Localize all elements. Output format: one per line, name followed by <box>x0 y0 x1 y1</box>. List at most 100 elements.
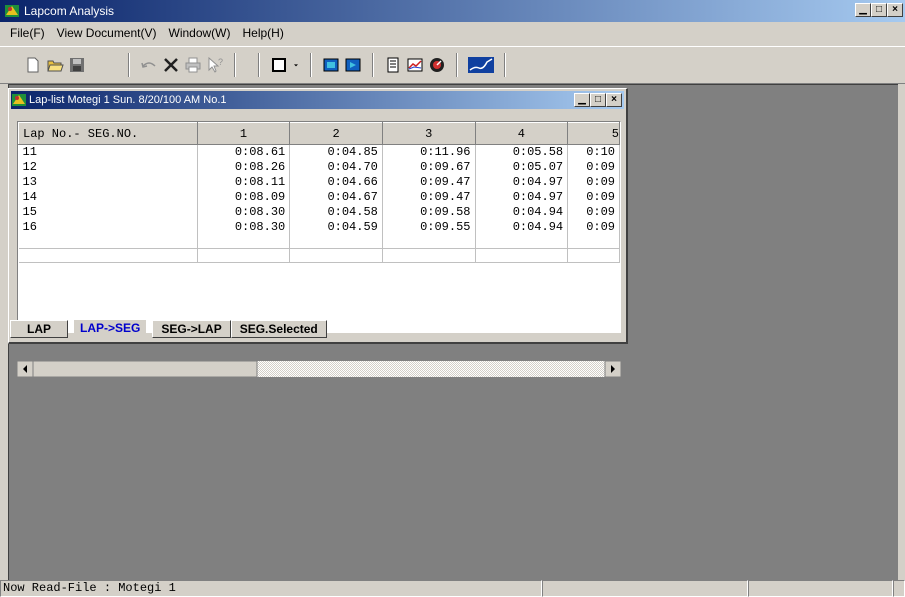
new-document-icon <box>27 57 39 73</box>
open-button[interactable] <box>44 54 66 76</box>
seg-time-cell: 0:09.58 <box>382 204 476 220</box>
seg-time-cell: 0:09.55 <box>382 219 476 235</box>
table-row[interactable]: 11 0:08.61 0:04.85 0:11.96 0:05.58 0:10 <box>18 144 620 160</box>
table-row[interactable]: 15 0:08.30 0:04.58 0:09.58 0:04.94 0:09 <box>18 204 620 220</box>
screen-right-icon <box>345 58 361 72</box>
lap-number-cell: 16 <box>18 219 198 235</box>
seg-time-cell: 0:04.85 <box>289 144 383 160</box>
wave-chart-icon <box>468 57 494 73</box>
svg-text:?: ? <box>218 57 223 67</box>
child-maximize-button[interactable]: □ <box>590 93 606 107</box>
printer-icon <box>185 57 201 73</box>
lap-number-cell: 13 <box>18 174 198 190</box>
lap-list-window: Lap-list Motegi 1 Sun. 8/20/100 AM No.1 … <box>8 88 628 377</box>
list-button[interactable] <box>382 54 404 76</box>
gauge-button[interactable] <box>426 54 448 76</box>
help-pointer-icon: ? <box>208 56 223 73</box>
lap-table: Lap No.- SEG.NO. 1 2 3 4 5 11 0:08.61 0:… <box>18 122 620 263</box>
table-row[interactable]: 12 0:08.26 0:04.70 0:09.67 0:05.07 0:09 <box>18 159 620 175</box>
seg-time-cell: 0:08.61 <box>197 144 291 160</box>
undo-button[interactable] <box>138 54 160 76</box>
app-titlebar[interactable]: Lapcom Analysis ▁ □ × <box>0 0 905 22</box>
chart-button[interactable] <box>466 54 496 76</box>
lap-grid[interactable]: Lap No.- SEG.NO. 1 2 3 4 5 11 0:08.61 0:… <box>17 121 621 333</box>
dropdown-button[interactable] <box>290 54 302 76</box>
seg-time-cell: 0:08.30 <box>197 219 291 235</box>
table-row-empty <box>18 234 620 249</box>
minimize-icon: ▁ <box>578 94 586 105</box>
maximize-icon: □ <box>875 4 883 15</box>
lap-number-cell: 12 <box>18 159 198 175</box>
table-row[interactable]: 13 0:08.11 0:04.66 0:09.47 0:04.97 0:09 <box>18 174 620 190</box>
resize-grip[interactable] <box>893 580 905 597</box>
seg-time-cell: 0:11.96 <box>382 144 476 160</box>
seg-time-cell: 0:08.26 <box>197 159 291 175</box>
app-title: Lapcom Analysis <box>24 4 115 18</box>
column-header[interactable]: 4 <box>474 122 569 145</box>
menu-window[interactable]: Window(W) <box>163 26 237 40</box>
column-header[interactable]: 3 <box>381 122 476 145</box>
seg-time-cell: 0:09 <box>567 204 620 220</box>
column-header[interactable]: 5 <box>567 122 620 145</box>
tab-seg-to-lap[interactable]: SEG->LAP <box>152 320 231 338</box>
lap-list-titlebar[interactable]: Lap-list Motegi 1 Sun. 8/20/100 AM No.1 … <box>11 91 624 109</box>
close-button[interactable]: × <box>887 3 903 17</box>
delete-button[interactable] <box>160 54 182 76</box>
lap-number-cell: 15 <box>18 204 198 220</box>
seg-time-cell: 0:04.94 <box>475 219 569 235</box>
seg-time-cell: 0:09.47 <box>382 174 476 190</box>
child-close-button[interactable]: × <box>606 93 622 107</box>
column-header[interactable]: 1 <box>196 122 291 145</box>
tab-lap[interactable]: LAP <box>10 320 68 338</box>
open-folder-icon <box>47 60 64 72</box>
child-minimize-button[interactable]: ▁ <box>574 93 590 107</box>
view-left-button[interactable] <box>320 54 342 76</box>
list-sheet-icon <box>387 57 399 73</box>
seg-time-cell: 0:04.70 <box>289 159 383 175</box>
menu-view-document[interactable]: View Document(V) <box>51 26 163 40</box>
toolbar-separator <box>504 53 506 77</box>
status-text: Now Read-File : Motegi 1 <box>0 580 542 597</box>
tab-seg-selected[interactable]: SEG.Selected <box>230 320 327 338</box>
lap-number-cell: 11 <box>18 144 198 160</box>
menu-help[interactable]: Help(H) <box>237 26 290 40</box>
toolbar-separator <box>372 53 374 77</box>
print-button[interactable] <box>182 54 204 76</box>
save-button[interactable] <box>66 54 88 76</box>
close-icon: × <box>892 4 898 15</box>
maximize-button[interactable]: □ <box>871 3 887 17</box>
horizontal-scrollbar[interactable] <box>17 361 621 377</box>
statusbar: Now Read-File : Motegi 1 <box>0 580 905 597</box>
chevron-down-icon <box>294 64 298 67</box>
tab-lap-to-seg[interactable]: LAP->SEG <box>74 320 147 338</box>
table-row[interactable]: 16 0:08.30 0:04.59 0:09.55 0:04.94 0:09 <box>18 219 620 235</box>
graph-button[interactable] <box>404 54 426 76</box>
menu-file[interactable]: File(F) <box>4 26 51 40</box>
column-header[interactable]: 2 <box>289 122 383 145</box>
lap-number-cell: 14 <box>18 189 198 205</box>
seg-time-cell: 0:05.58 <box>475 144 569 160</box>
delete-x-icon <box>164 58 178 72</box>
view-right-button[interactable] <box>342 54 364 76</box>
help-button[interactable]: ? <box>204 54 226 76</box>
lap-list-window-icon <box>12 94 26 106</box>
new-button[interactable] <box>22 54 44 76</box>
seg-time-cell: 0:04.58 <box>289 204 383 220</box>
minimize-button[interactable]: ▁ <box>855 3 871 17</box>
seg-time-cell: 0:05.07 <box>475 159 569 175</box>
table-row[interactable]: 14 0:08.09 0:04.67 0:09.47 0:04.97 0:09 <box>18 189 620 205</box>
scroll-right-button[interactable] <box>604 361 621 377</box>
seg-time-cell: 0:04.66 <box>289 174 383 190</box>
scroll-left-button[interactable] <box>17 361 34 377</box>
seg-time-cell: 0:09.47 <box>382 189 476 205</box>
column-header[interactable]: Lap No.- SEG.NO. <box>18 122 198 145</box>
window-select-button[interactable] <box>268 54 290 76</box>
app-window: Lapcom Analysis ▁ □ × File(F) View Docum… <box>0 0 905 597</box>
seg-time-cell: 0:09 <box>567 159 620 175</box>
seg-time-cell: 0:04.97 <box>475 189 569 205</box>
lap-list-title: Lap-list Motegi 1 Sun. 8/20/100 AM No.1 <box>29 94 227 106</box>
seg-time-cell: 0:08.30 <box>197 204 291 220</box>
seg-time-cell: 0:04.94 <box>475 204 569 220</box>
toolbar-separator <box>456 53 458 77</box>
scrollbar-thumb[interactable] <box>32 361 258 377</box>
